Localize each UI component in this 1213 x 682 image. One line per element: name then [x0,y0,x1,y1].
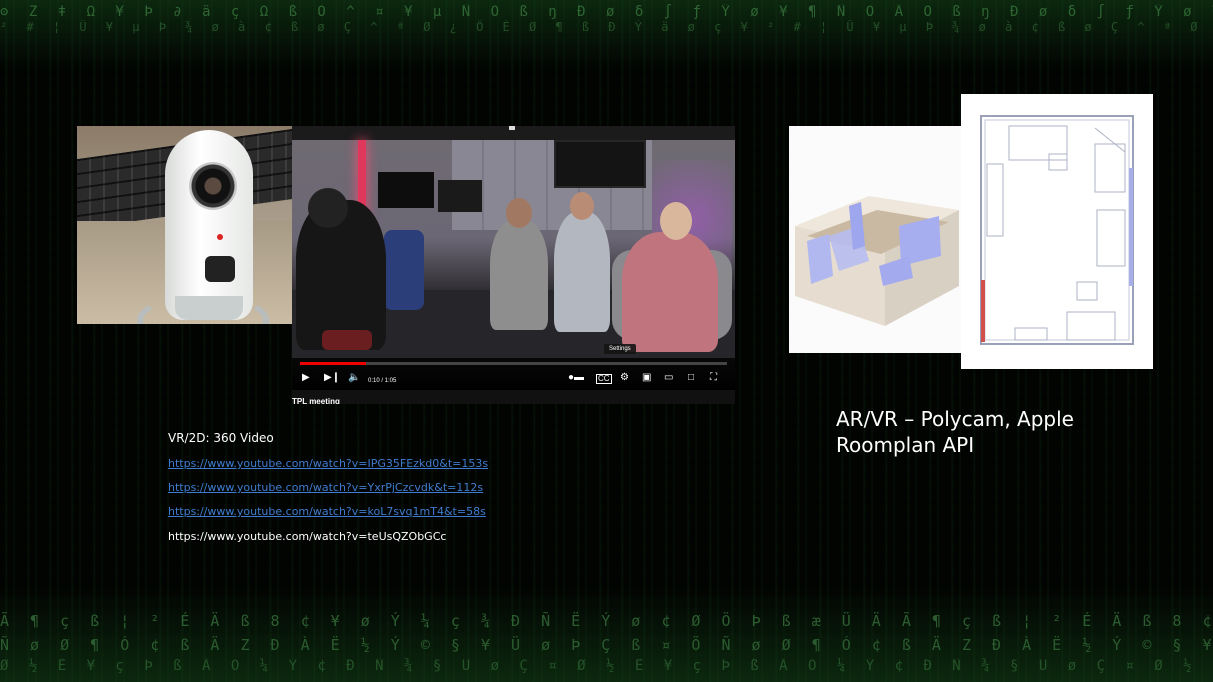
scene-chair [384,230,424,310]
scene-boots [322,330,372,350]
next-icon[interactable]: ▶❙ [324,372,340,384]
ar-vr-heading: AR/VR – Polycam, Apple Roomplan API [836,407,1074,457]
camera-lens [189,162,237,210]
matrix-glyphs-bottom-2: Ñ ø Ø ¶ Ó ¢ ß Ä Z Ð À Ë ½ Ý © § ¥ Ü ø Þ … [0,636,1213,654]
volume-icon[interactable]: 🔈 [348,372,360,384]
youtube-link-1[interactable]: https://www.youtube.com/watch?v=IPG35FEz… [168,457,488,470]
scene-person-head [506,198,532,228]
autoplay-toggle-icon[interactable]: ●▬ [568,372,584,384]
floor-plan-2d-image [961,94,1153,369]
theater-icon[interactable]: ▭ [664,372,673,384]
room-scan-3d-image [789,126,967,353]
cast-icon[interactable]: □ [688,372,694,384]
youtube-link-2[interactable]: https://www.youtube.com/watch?v=YxrPjCzc… [168,481,483,494]
scene-tv [554,140,646,188]
camera-base [175,296,243,320]
scene-monitor-2 [438,180,482,212]
floor-plan-2d-drawing [980,115,1134,345]
scene-person-4 [622,232,718,352]
scene-person-3 [554,212,610,332]
scene-person-2 [490,220,548,330]
video-time: 0:10 / 1:05 [368,378,397,384]
scene-person-head [308,188,348,228]
video-progress-bar[interactable] [300,362,727,365]
video-progress-fill [300,362,366,365]
play-icon[interactable]: ▶ [302,372,310,384]
matrix-glyphs-bottom-3: Ø ½ Ë ¥ ç Þ ß Ä Ö ¼ Ý ¢ Ð Ñ ¾ § Ü ø Ç ¤ … [0,658,1213,674]
matrix-glyphs-top-2: ² # ¦ Ü ¥ µ Þ ¾ ø à ¢ ß ø Ç ^ ª Ø ¿ Ö É … [0,20,1213,34]
scene-person-head [570,192,594,220]
gear-icon[interactable]: ⚙ [620,372,629,384]
scene-person-head [660,202,692,240]
fullscreen-icon[interactable]: ⛶ [710,372,717,384]
video-frame[interactable] [292,140,735,358]
youtube-link-3[interactable]: https://www.youtube.com/watch?v=koL7svq1… [168,505,486,518]
captions-icon[interactable]: CC [596,374,612,384]
camera-body [165,130,253,320]
settings-tooltip: Settings [604,344,636,354]
vr-360-video-heading: VR/2D: 360 Video [168,431,274,445]
scene-monitor [378,172,434,208]
video-title: TPL meeting [292,397,340,404]
camera-360-photo [77,126,293,324]
video-controls: ▶ ▶❙ 🔈 0:10 / 1:05 ●▬ CC ⚙ ▣ ▭ □ ⛶ [292,358,735,390]
matrix-glyphs-bottom: Ã ¶ ç ß ¦ ² É Ä ß 8 ¢ ¥ ø Ý ¼ ç ¾ Ð Ñ Ë … [0,612,1213,630]
matrix-glyphs-top: ʘ Z ǂ Ω ¥ Þ ∂ ä ç Ω ß Ö ^ ¤ ¥ µ Ñ Ö ß ŋ … [0,4,1213,20]
miniplayer-icon[interactable]: ▣ [642,372,651,384]
camera-slot [205,256,235,282]
room-scan-3d-drawing [795,196,959,326]
camera-indicator-light [217,234,223,240]
video-top-bar [292,126,735,140]
youtube-url-text: https://www.youtube.com/watch?v=teUsQZOb… [168,530,447,543]
video-player[interactable]: Settings ▶ ▶❙ 🔈 0:10 / 1:05 ●▬ CC ⚙ ▣ ▭ … [292,126,735,404]
slide: ʘ Z ǂ Ω ¥ Þ ∂ ä ç Ω ß Ö ^ ¤ ¥ µ Ñ Ö ß ŋ … [0,0,1213,682]
